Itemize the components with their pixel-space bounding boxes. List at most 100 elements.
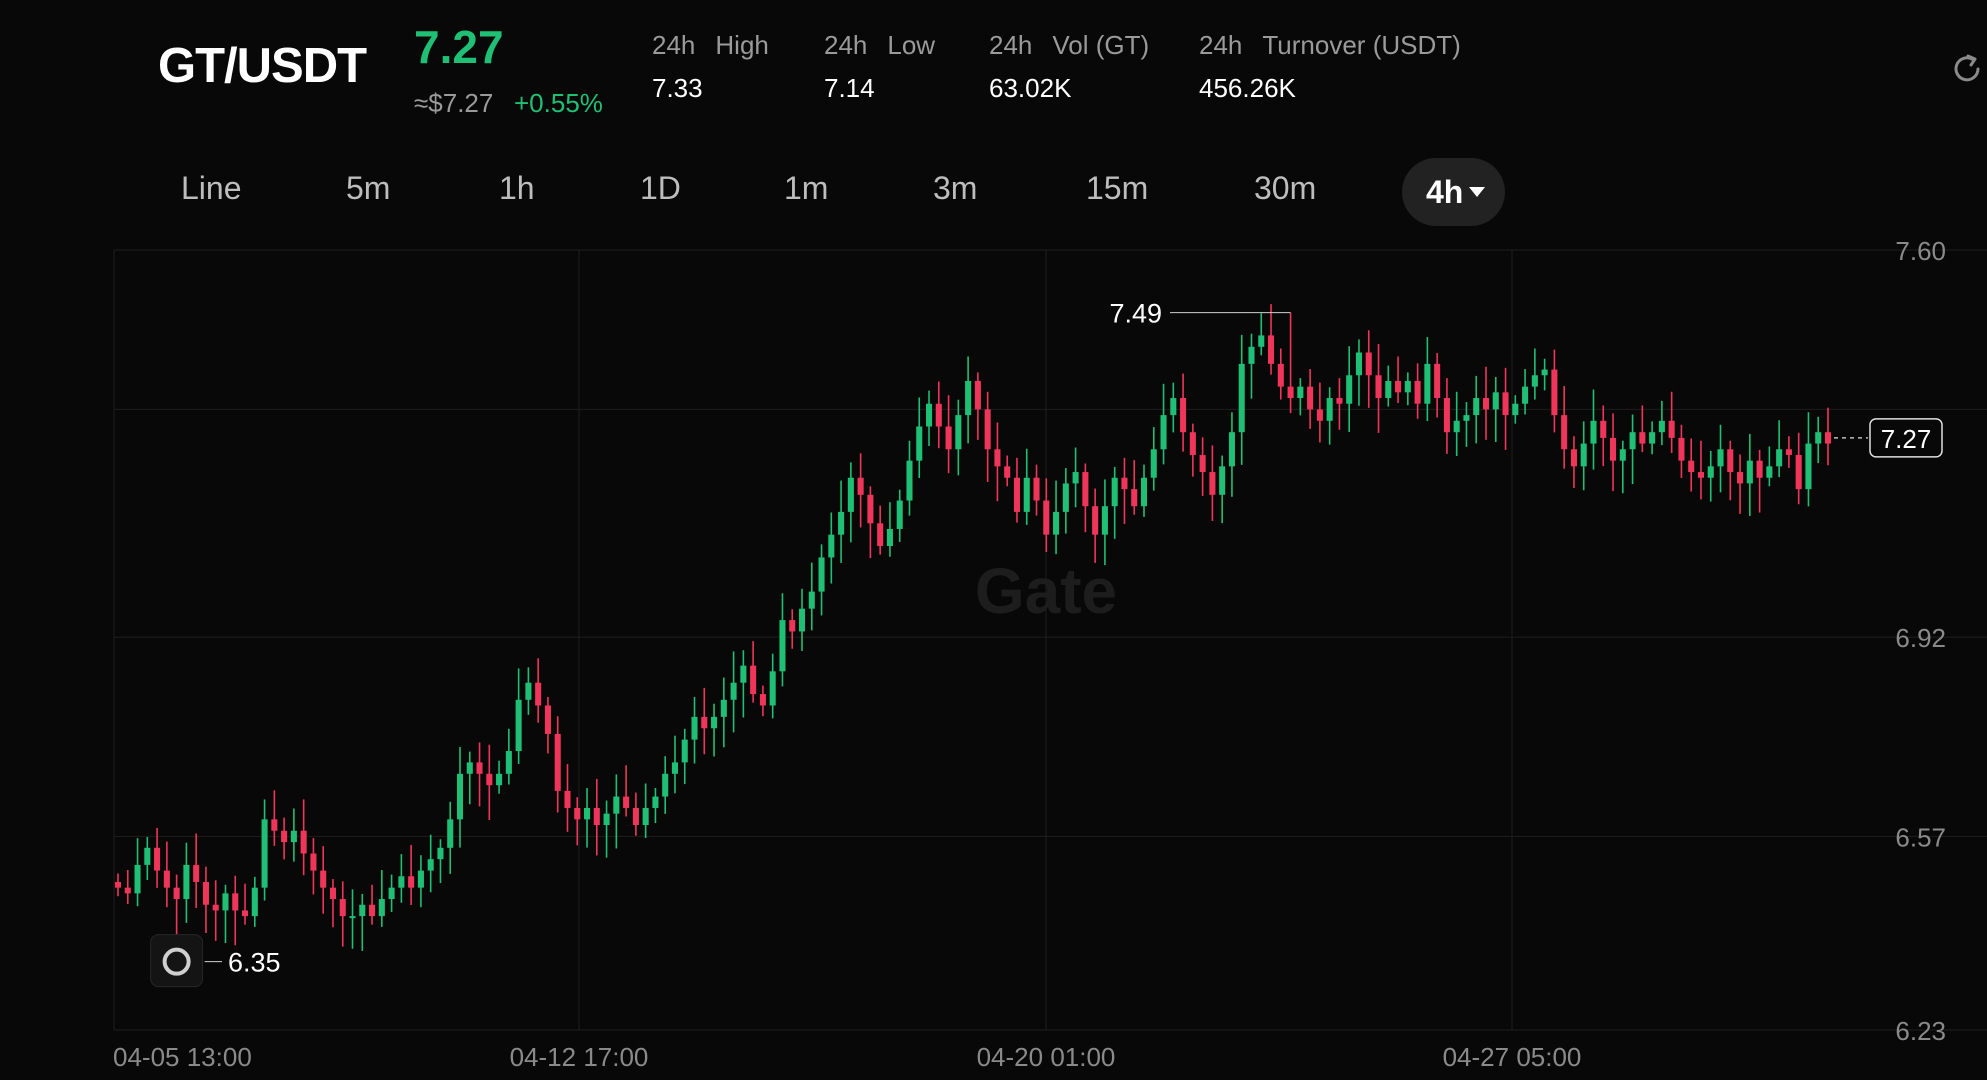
candle-body xyxy=(496,773,503,786)
candle-body xyxy=(720,699,727,717)
candle-body xyxy=(935,403,942,427)
candle-body xyxy=(1092,506,1099,535)
candle-body xyxy=(515,699,522,752)
candle-body xyxy=(1385,380,1392,399)
candle-body xyxy=(955,415,962,450)
candle-body xyxy=(320,870,327,888)
candle-body xyxy=(1111,477,1118,507)
candle-body xyxy=(1160,415,1167,450)
candle-body xyxy=(847,477,854,512)
candle-body xyxy=(1805,443,1812,490)
candle-body xyxy=(828,534,835,558)
candle-body xyxy=(838,511,845,535)
candle-body xyxy=(1424,363,1431,404)
candle-body xyxy=(202,881,209,905)
candle-body xyxy=(798,608,806,632)
candlestick-chart[interactable]: 7.60 6.92 6.57 6.23 04-05 13:00 04-12 17:00 04… xyxy=(0,0,1987,1080)
candle-body xyxy=(867,494,874,524)
candle-body xyxy=(1238,363,1245,433)
candle-body xyxy=(701,716,708,729)
candle-body xyxy=(1287,386,1294,399)
x-tick-label: 04-27 05:00 xyxy=(1443,1042,1582,1072)
candle-body xyxy=(877,523,884,547)
candle-body xyxy=(193,864,200,882)
candle-body xyxy=(1541,369,1548,376)
candle-body xyxy=(730,682,737,700)
candle-body xyxy=(1737,472,1744,484)
candle-body xyxy=(603,813,610,826)
candle-body xyxy=(369,904,376,917)
candle-body xyxy=(1355,352,1363,376)
candle-body xyxy=(456,773,464,820)
candle-body xyxy=(691,716,698,740)
candle-body xyxy=(1795,454,1802,490)
candle-body xyxy=(437,847,444,860)
candle-body xyxy=(1004,466,1011,478)
candle-body xyxy=(1766,466,1773,478)
candle-body xyxy=(466,762,473,774)
candle-body xyxy=(1492,392,1499,410)
candle-body xyxy=(1658,420,1665,433)
y-tick-label: 6.57 xyxy=(1895,822,1946,852)
candle-body xyxy=(1248,346,1255,364)
candle-body xyxy=(857,477,864,495)
candle-body xyxy=(1414,380,1421,404)
candle-body xyxy=(1590,420,1597,444)
candle-body xyxy=(144,847,151,865)
candle-body xyxy=(1297,386,1304,399)
candle-body xyxy=(1678,437,1685,461)
candle-body xyxy=(740,665,747,683)
x-tick-label: 04-05 13:00 xyxy=(113,1042,252,1072)
min-price-marker: 6.35 xyxy=(228,948,281,978)
candle-body xyxy=(1013,477,1021,512)
candle-body xyxy=(329,887,337,900)
candle-body xyxy=(1043,500,1050,535)
candle-body xyxy=(1580,443,1587,467)
candle-body xyxy=(1473,398,1480,416)
candle-body xyxy=(1072,472,1079,484)
candle-body xyxy=(173,887,180,900)
candle-body xyxy=(1277,363,1284,387)
candle-body xyxy=(163,870,170,888)
candle-body xyxy=(1404,380,1411,393)
candle-body xyxy=(1522,386,1529,404)
candle-body xyxy=(1453,420,1460,433)
y-tick-label: 6.23 xyxy=(1895,1016,1946,1046)
candle-body xyxy=(1570,449,1577,467)
candle-body xyxy=(1101,506,1108,535)
candle-body xyxy=(232,893,239,911)
candle-body xyxy=(154,847,161,871)
candle-body xyxy=(1199,454,1206,473)
candle-body xyxy=(339,899,346,917)
candle-body xyxy=(1561,415,1568,450)
gate-logo-badge xyxy=(150,934,204,988)
max-price-marker: 7.49 xyxy=(1109,299,1162,329)
watermark-logo: Gate xyxy=(975,555,1117,627)
candle-body xyxy=(1776,449,1783,467)
candle-body xyxy=(1824,432,1832,444)
candle-body xyxy=(554,733,561,791)
candle-body xyxy=(1316,409,1323,421)
candle-body xyxy=(1463,415,1470,421)
candle-body xyxy=(1219,466,1226,495)
current-price-label: 7.27 xyxy=(1881,424,1932,454)
candle-body xyxy=(974,380,981,410)
candle-body xyxy=(789,620,796,632)
candle-body xyxy=(1502,392,1509,416)
candle-body xyxy=(261,819,268,888)
candle-body xyxy=(486,773,493,786)
candle-body xyxy=(652,796,659,808)
candle-body xyxy=(1688,460,1695,473)
candle-body xyxy=(1326,398,1333,421)
candle-body xyxy=(124,887,131,894)
candle-body xyxy=(1062,483,1069,512)
candle-body xyxy=(388,887,395,900)
candle-body xyxy=(984,409,991,450)
candle-body xyxy=(505,751,512,774)
candle-body xyxy=(1551,369,1558,416)
candle-body xyxy=(1189,432,1196,455)
candle-body xyxy=(1336,398,1343,404)
candle-body xyxy=(1346,375,1353,404)
candle-body xyxy=(378,899,385,917)
candle-body xyxy=(1512,403,1519,416)
